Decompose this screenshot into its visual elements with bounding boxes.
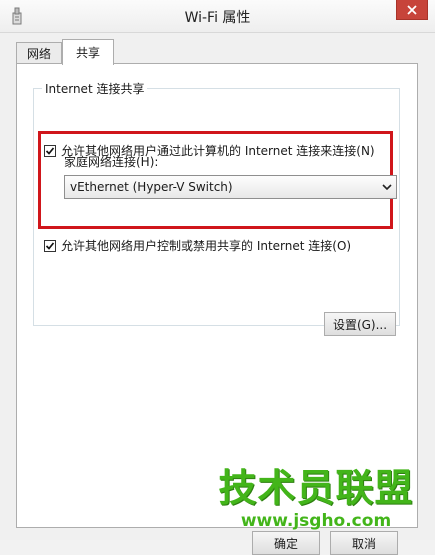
- checkmark-icon: [45, 241, 55, 250]
- close-button[interactable]: [396, 0, 428, 20]
- tab-label: 共享: [75, 46, 100, 60]
- allow-control-checkbox[interactable]: [44, 239, 56, 252]
- tab-label: 网络: [26, 47, 51, 61]
- dialog-body: 网络 共享 Internet 连接共享 允许其他网络用户通过此计算机的 Inte…: [0, 32, 435, 555]
- internet-sharing-group: Internet 连接共享 允许其他网络用户通过此计算机的 Internet 连…: [33, 80, 400, 336]
- title-bar: Wi-Fi 属性: [0, 0, 435, 32]
- settings-button[interactable]: 设置(G)...: [324, 312, 396, 336]
- home-network-select[interactable]: vEthernet (Hyper-V Switch): [64, 175, 397, 199]
- checkmark-icon: [45, 146, 55, 155]
- allow-control-checkbox-row[interactable]: 允许其他网络用户控制或禁用共享的 Internet 连接(O): [44, 237, 351, 254]
- sharing-tab-panel: Internet 连接共享 允许其他网络用户通过此计算机的 Internet 连…: [16, 63, 418, 528]
- cancel-button[interactable]: 取消: [330, 531, 398, 555]
- window-title: Wi-Fi 属性: [184, 10, 251, 26]
- tab-network[interactable]: 网络: [16, 42, 62, 64]
- chevron-down-icon[interactable]: [378, 184, 396, 190]
- close-icon: [407, 4, 417, 15]
- select-value: vEthernet (Hyper-V Switch): [70, 180, 233, 194]
- ok-button[interactable]: 确定: [252, 531, 320, 555]
- tab-sharing[interactable]: 共享: [62, 39, 114, 65]
- group-title: Internet 连接共享: [42, 80, 148, 97]
- allow-share-checkbox[interactable]: [44, 144, 56, 157]
- home-network-label: 家庭网络连接(H):: [64, 155, 159, 169]
- allow-control-label: 允许其他网络用户控制或禁用共享的 Internet 连接(O): [61, 239, 352, 253]
